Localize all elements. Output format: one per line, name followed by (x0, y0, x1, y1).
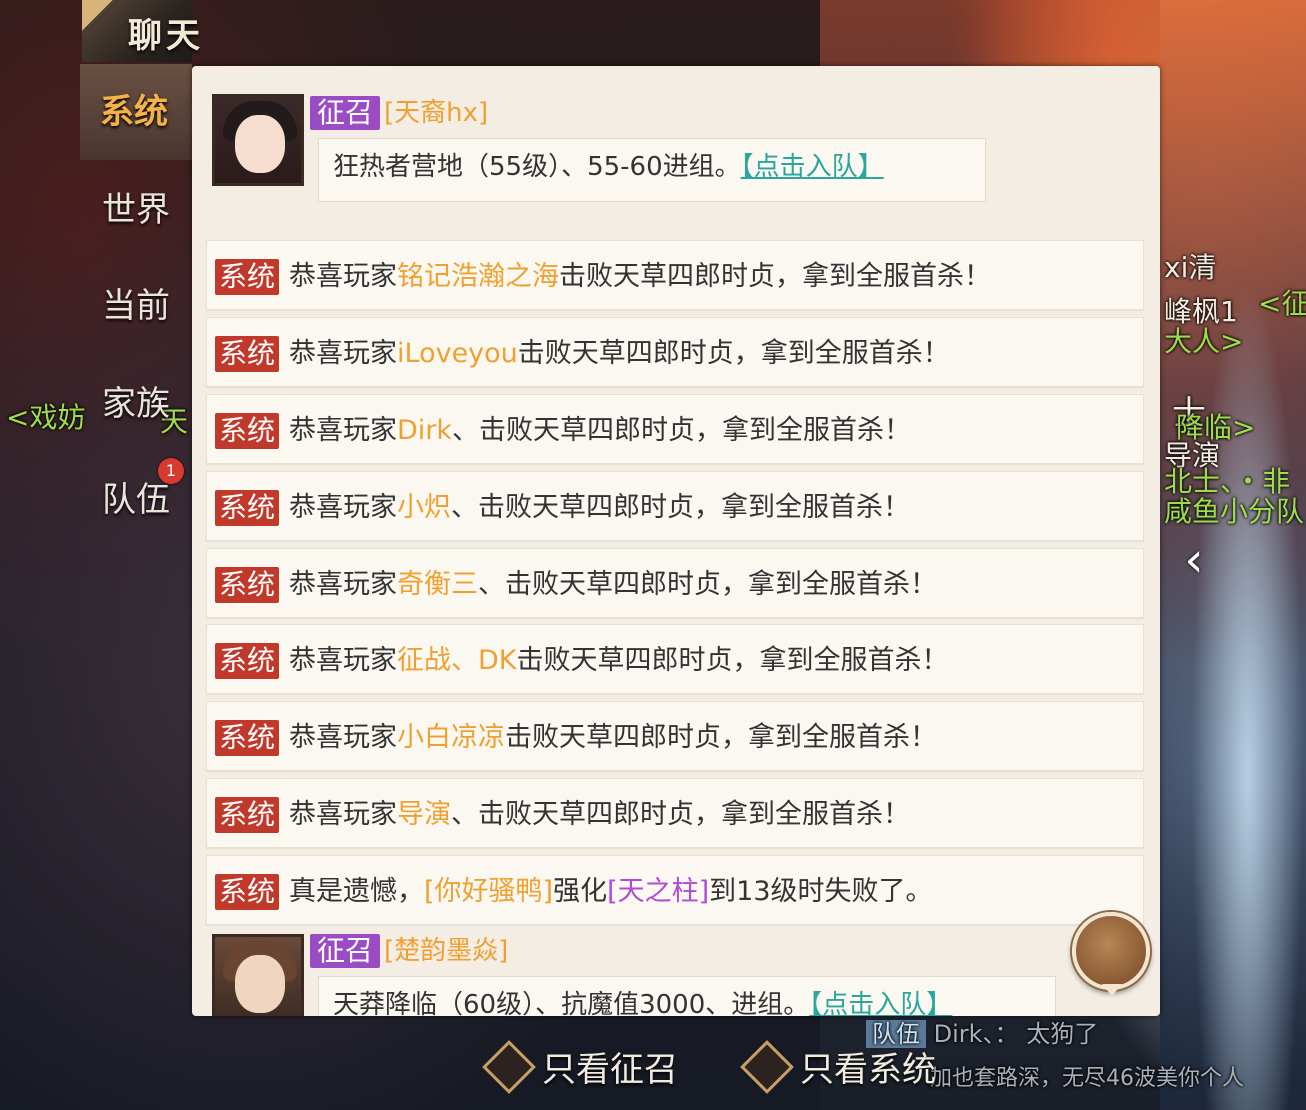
recruit-text: 天莽降临（60级）、抗魔值3000、进组。 (333, 990, 810, 1016)
system-tag: 系统 (215, 643, 280, 679)
channel-tabs: 系统 世界 当前 家族 队伍 (80, 64, 192, 564)
avatar[interactable] (212, 934, 304, 1016)
message-sender[interactable]: [天裔hx] (384, 96, 488, 130)
avatar[interactable] (212, 94, 304, 186)
message-suffix: 、击败天草四郎时贞，拿到全服首杀！ (478, 569, 937, 600)
scene-name-4: 大人> (1164, 325, 1244, 358)
message-suffix: 击败天草四郎时贞，拿到全服首杀！ (559, 261, 991, 292)
bottom-chat-line-2: 加也套路深，无尽46波美你个人 (930, 1066, 1244, 1091)
system-tag: 系统 (215, 490, 280, 526)
join-team-link[interactable]: 【点击入队】 (741, 152, 884, 182)
player-name[interactable]: 导演 (397, 799, 451, 830)
message-mid: 强化 (553, 876, 608, 907)
system-message-row: 系统 恭喜玩家小炽、击败天草四郎时贞，拿到全服首杀！ (206, 471, 1144, 541)
message-sender[interactable]: [楚韵墨焱] (384, 934, 508, 968)
recruit-bubble: 天莽降临（60级）、抗魔值3000、进组。【点击入队】 (318, 976, 1056, 1016)
message-prefix: 恭喜玩家 (289, 722, 397, 753)
item-name[interactable]: [天之柱] (607, 876, 709, 907)
player-name[interactable]: 小炽 (397, 492, 451, 523)
message-suffix: 到13级时失败了。 (709, 876, 933, 907)
recruit-tag: 征召 (310, 934, 381, 968)
message-suffix: 、击败天草四郎时贞，拿到全服首杀！ (451, 492, 910, 523)
recruit-only-filter[interactable]: 只看征召 (542, 1040, 678, 1100)
system-message-row: 系统 恭喜玩家奇衡三、击败天草四郎时贞，拿到全服首杀！ (206, 548, 1144, 618)
scene-name-1: xi清 (1164, 251, 1217, 284)
message-prefix: 恭喜玩家 (289, 338, 397, 369)
system-message-row: 系统 恭喜玩家iLoveyou击败天草四郎时贞，拿到全服首杀！ (206, 317, 1144, 387)
player-name[interactable]: Dirk (397, 415, 452, 446)
system-tag: 系统 (215, 797, 280, 833)
tab-system[interactable]: 系统 (80, 64, 192, 160)
system-text: 恭喜玩家导演、击败天草四郎时贞，拿到全服首杀！ (289, 797, 910, 833)
message-prefix: 恭喜玩家 (289, 799, 397, 830)
tab-family[interactable]: 家族 (80, 356, 192, 452)
system-message-row: 系统 恭喜玩家导演、击败天草四郎时贞，拿到全服首杀！ (206, 778, 1144, 848)
system-text: 真是遗憾，[你好骚鸭]强化[天之柱]到13级时失败了。 (289, 874, 933, 910)
message-prefix: 真是遗憾， (289, 876, 424, 907)
system-text: 恭喜玩家奇衡三、击败天草四郎时贞，拿到全服首杀！ (289, 567, 937, 603)
system-message-row: 系统 真是遗憾，[你好骚鸭]强化[天之柱]到13级时失败了。 (206, 855, 1144, 925)
recruit-tag: 征召 (310, 96, 381, 130)
system-text: 恭喜玩家Dirk、击败天草四郎时贞，拿到全服首杀！ (289, 413, 911, 449)
message-suffix: 击败天草四郎时贞，拿到全服首杀！ (517, 338, 950, 369)
scene-player-tag: <戏妨 (6, 401, 86, 434)
system-message-row: 系统 恭喜玩家Dirk、击败天草四郎时贞，拿到全服首杀！ (206, 394, 1144, 464)
tab-team-badge: 1 (158, 458, 184, 484)
join-team-link[interactable]: 【点击入队】 (809, 990, 952, 1016)
page-title: 聊天 (128, 16, 204, 56)
voice-input-button[interactable] (1072, 912, 1150, 996)
player-name[interactable]: 奇衡三 (397, 569, 478, 600)
system-text: 恭喜玩家小白凉凉击败天草四郎时贞，拿到全服首杀！ (289, 720, 937, 756)
system-message-row: 系统 恭喜玩家小白凉凉击败天草四郎时贞，拿到全服首杀！ (206, 701, 1144, 771)
message-prefix: 恭喜玩家 (289, 261, 397, 292)
recruit-text: 狂热者营地（55级）、55-60进组。 (333, 152, 741, 182)
system-text: 恭喜玩家iLoveyou击败天草四郎时贞，拿到全服首杀！ (289, 336, 950, 372)
recruit-bubble: 狂热者营地（55级）、55-60进组。【点击入队】 (318, 138, 986, 202)
system-tag: 系统 (215, 259, 280, 295)
system-tag: 系统 (215, 874, 280, 910)
player-name[interactable]: 铭记浩瀚之海 (397, 261, 559, 292)
message-prefix: 恭喜玩家 (289, 645, 397, 676)
tab-current[interactable]: 当前 (80, 258, 192, 354)
message-suffix: 、击败天草四郎时贞，拿到全服首杀！ (451, 799, 910, 830)
chat-message-panel[interactable]: 征召 [天裔hx] 狂热者营地（55级）、55-60进组。【点击入队】 系统 恭… (192, 66, 1160, 1016)
system-message-row: 系统 恭喜玩家铭记浩瀚之海击败天草四郎时贞，拿到全服首杀！ (206, 240, 1144, 310)
avatar-face (235, 115, 285, 173)
message-suffix: 击败天草四郎时贞，拿到全服首杀！ (505, 722, 937, 753)
player-name[interactable]: iLoveyou (397, 338, 518, 369)
scene-name-3: <征 (1258, 287, 1306, 320)
system-tag: 系统 (215, 413, 280, 449)
tab-world[interactable]: 世界 (80, 162, 192, 258)
system-tag: 系统 (215, 567, 280, 603)
system-tag: 系统 (215, 336, 280, 372)
player-name[interactable]: 小白凉凉 (397, 722, 505, 753)
system-tag: 系统 (215, 720, 280, 756)
collapse-chevron-icon[interactable]: ‹ (1174, 530, 1214, 590)
system-text: 恭喜玩家小炽、击败天草四郎时贞，拿到全服首杀！ (289, 490, 910, 526)
bottom-chat-sender: Dirk、： (933, 1020, 1019, 1048)
message-suffix: 、击败天草四郎时贞，拿到全服首杀！ (452, 415, 912, 446)
system-only-filter[interactable]: 只看系统 (800, 1040, 936, 1100)
message-prefix: 恭喜玩家 (289, 415, 397, 446)
player-name[interactable]: 征战、DK (397, 645, 517, 676)
system-text: 恭喜玩家铭记浩瀚之海击败天草四郎时贞，拿到全服首杀！ (289, 259, 991, 295)
system-message-row: 系统 恭喜玩家征战、DK击败天草四郎时贞，拿到全服首杀！ (206, 624, 1144, 694)
system-text: 恭喜玩家征战、DK击败天草四郎时贞，拿到全服首杀！ (289, 643, 949, 679)
scene-name-9: 咸鱼小分队 (1164, 495, 1305, 528)
bottom-chat-message: 太狗了 (1026, 1020, 1099, 1048)
message-prefix: 恭喜玩家 (289, 492, 397, 523)
message-suffix: 击败天草四郎时贞，拿到全服首杀！ (516, 645, 949, 676)
message-prefix: 恭喜玩家 (289, 569, 397, 600)
player-name[interactable]: [你好骚鸭] (424, 876, 553, 907)
avatar-face (235, 955, 285, 1013)
title-stripe-decoration (82, 0, 122, 62)
